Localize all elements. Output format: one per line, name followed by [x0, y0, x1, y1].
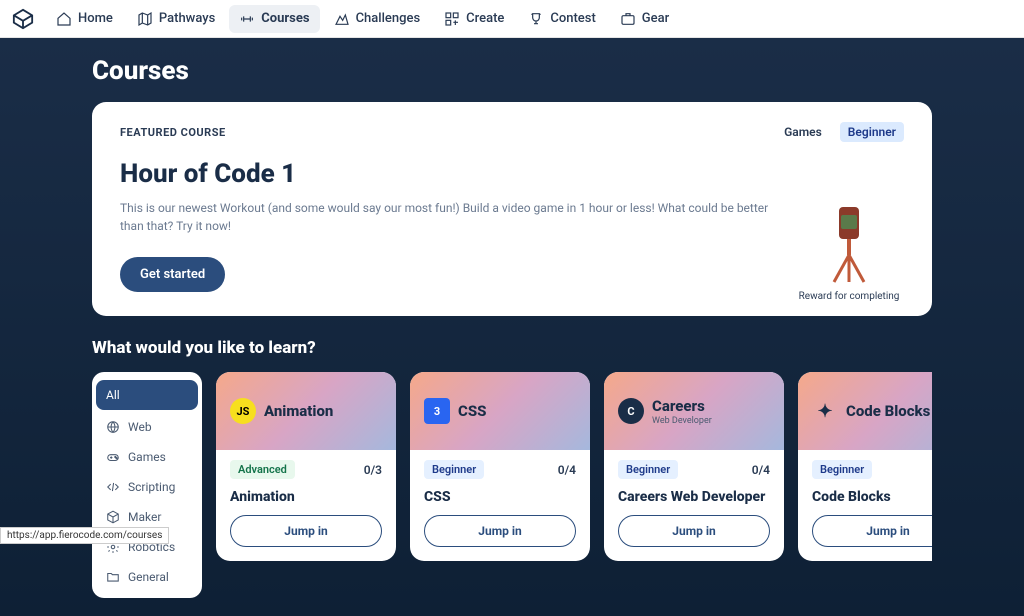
reward-box: Reward for completing — [794, 197, 904, 302]
grid-plus-icon — [444, 11, 460, 27]
css-icon: 3 — [424, 398, 450, 424]
code-icon — [106, 480, 120, 494]
jump-in-button[interactable]: Jump in — [230, 515, 382, 547]
tag-beginner: Beginner — [840, 122, 904, 142]
course-cards: JS Animation Advanced 0/3 Animation Jump i… — [216, 372, 932, 561]
nav-courses[interactable]: Courses — [229, 5, 319, 33]
briefcase-icon — [620, 11, 636, 27]
home-icon — [56, 11, 72, 27]
nav-contest[interactable]: Contest — [518, 5, 605, 33]
card-head-title: Code Blocks — [846, 402, 930, 420]
careers-icon: C — [618, 398, 644, 424]
card-title: Animation — [230, 489, 382, 505]
map-icon — [137, 11, 153, 27]
nav-create[interactable]: Create — [434, 5, 514, 33]
reward-image — [814, 197, 884, 287]
course-card-codeblocks[interactable]: ✦ Code Blocks Beginner Code Blocks Jump i… — [798, 372, 932, 561]
logo-icon — [12, 8, 34, 30]
course-card-animation[interactable]: JS Animation Advanced 0/3 Animation Jump i… — [216, 372, 396, 561]
nav-gear[interactable]: Gear — [610, 5, 679, 33]
card-head-title: Animation — [264, 402, 333, 420]
sidebar-item-games[interactable]: Games — [92, 442, 202, 472]
js-icon: JS — [230, 398, 256, 424]
jump-in-button[interactable]: Jump in — [424, 515, 576, 547]
featured-description: This is our newest Workout (and some wou… — [120, 199, 780, 235]
level-badge: Advanced — [230, 460, 295, 479]
reward-label: Reward for completing — [794, 291, 904, 302]
sidebar-item-all[interactable]: All — [96, 380, 198, 410]
dumbbell-icon — [239, 11, 255, 27]
sidebar-item-general[interactable]: General — [92, 562, 202, 592]
box-icon — [106, 510, 120, 524]
puzzle-icon: ✦ — [812, 398, 838, 424]
featured-course-card: FEATURED COURSE Games Beginner Hour of C… — [92, 102, 932, 316]
card-head-title: Careers — [652, 397, 712, 415]
jump-in-button[interactable]: Jump in — [618, 515, 770, 547]
category-sidebar: All Web Games Scripting Maker Robotics G… — [92, 372, 202, 598]
globe-icon — [106, 420, 120, 434]
nav-pathways[interactable]: Pathways — [127, 5, 225, 33]
get-started-button[interactable]: Get started — [120, 257, 225, 292]
jump-in-button[interactable]: Jump in — [812, 515, 932, 547]
progress-text: 0/4 — [752, 463, 770, 477]
level-badge: Beginner — [424, 460, 484, 479]
mountain-icon — [334, 11, 350, 27]
nav-home[interactable]: Home — [46, 5, 123, 33]
card-title: Careers Web Developer — [618, 489, 770, 505]
featured-title: Hour of Code 1 — [120, 159, 904, 189]
level-badge: Beginner — [618, 460, 678, 479]
section-heading: What would you like to learn? — [92, 338, 932, 358]
featured-tags: Games Beginner — [776, 122, 904, 142]
progress-text: 0/3 — [364, 463, 382, 477]
trophy-icon — [528, 11, 544, 27]
top-nav: Home Pathways Courses Challenges Create … — [0, 0, 1024, 38]
folder-icon — [106, 570, 120, 584]
card-title: Code Blocks — [812, 489, 932, 505]
tag-games: Games — [776, 122, 830, 142]
sidebar-item-web[interactable]: Web — [92, 412, 202, 442]
sidebar-item-scripting[interactable]: Scripting — [92, 472, 202, 502]
status-url: https://app.fierocode.com/courses — [0, 527, 169, 544]
card-head-subtitle: Web Developer — [652, 416, 712, 426]
page-title: Courses — [92, 56, 932, 86]
level-badge: Beginner — [812, 460, 872, 479]
gamepad-icon — [106, 450, 120, 464]
progress-text: 0/4 — [558, 463, 576, 477]
card-title: CSS — [424, 489, 576, 505]
course-card-css[interactable]: 3 CSS Beginner 0/4 CSS Jump in — [410, 372, 590, 561]
nav-challenges[interactable]: Challenges — [324, 5, 431, 33]
course-card-careers[interactable]: C CareersWeb Developer Beginner 0/4 Career… — [604, 372, 784, 561]
card-head-title: CSS — [458, 402, 486, 420]
